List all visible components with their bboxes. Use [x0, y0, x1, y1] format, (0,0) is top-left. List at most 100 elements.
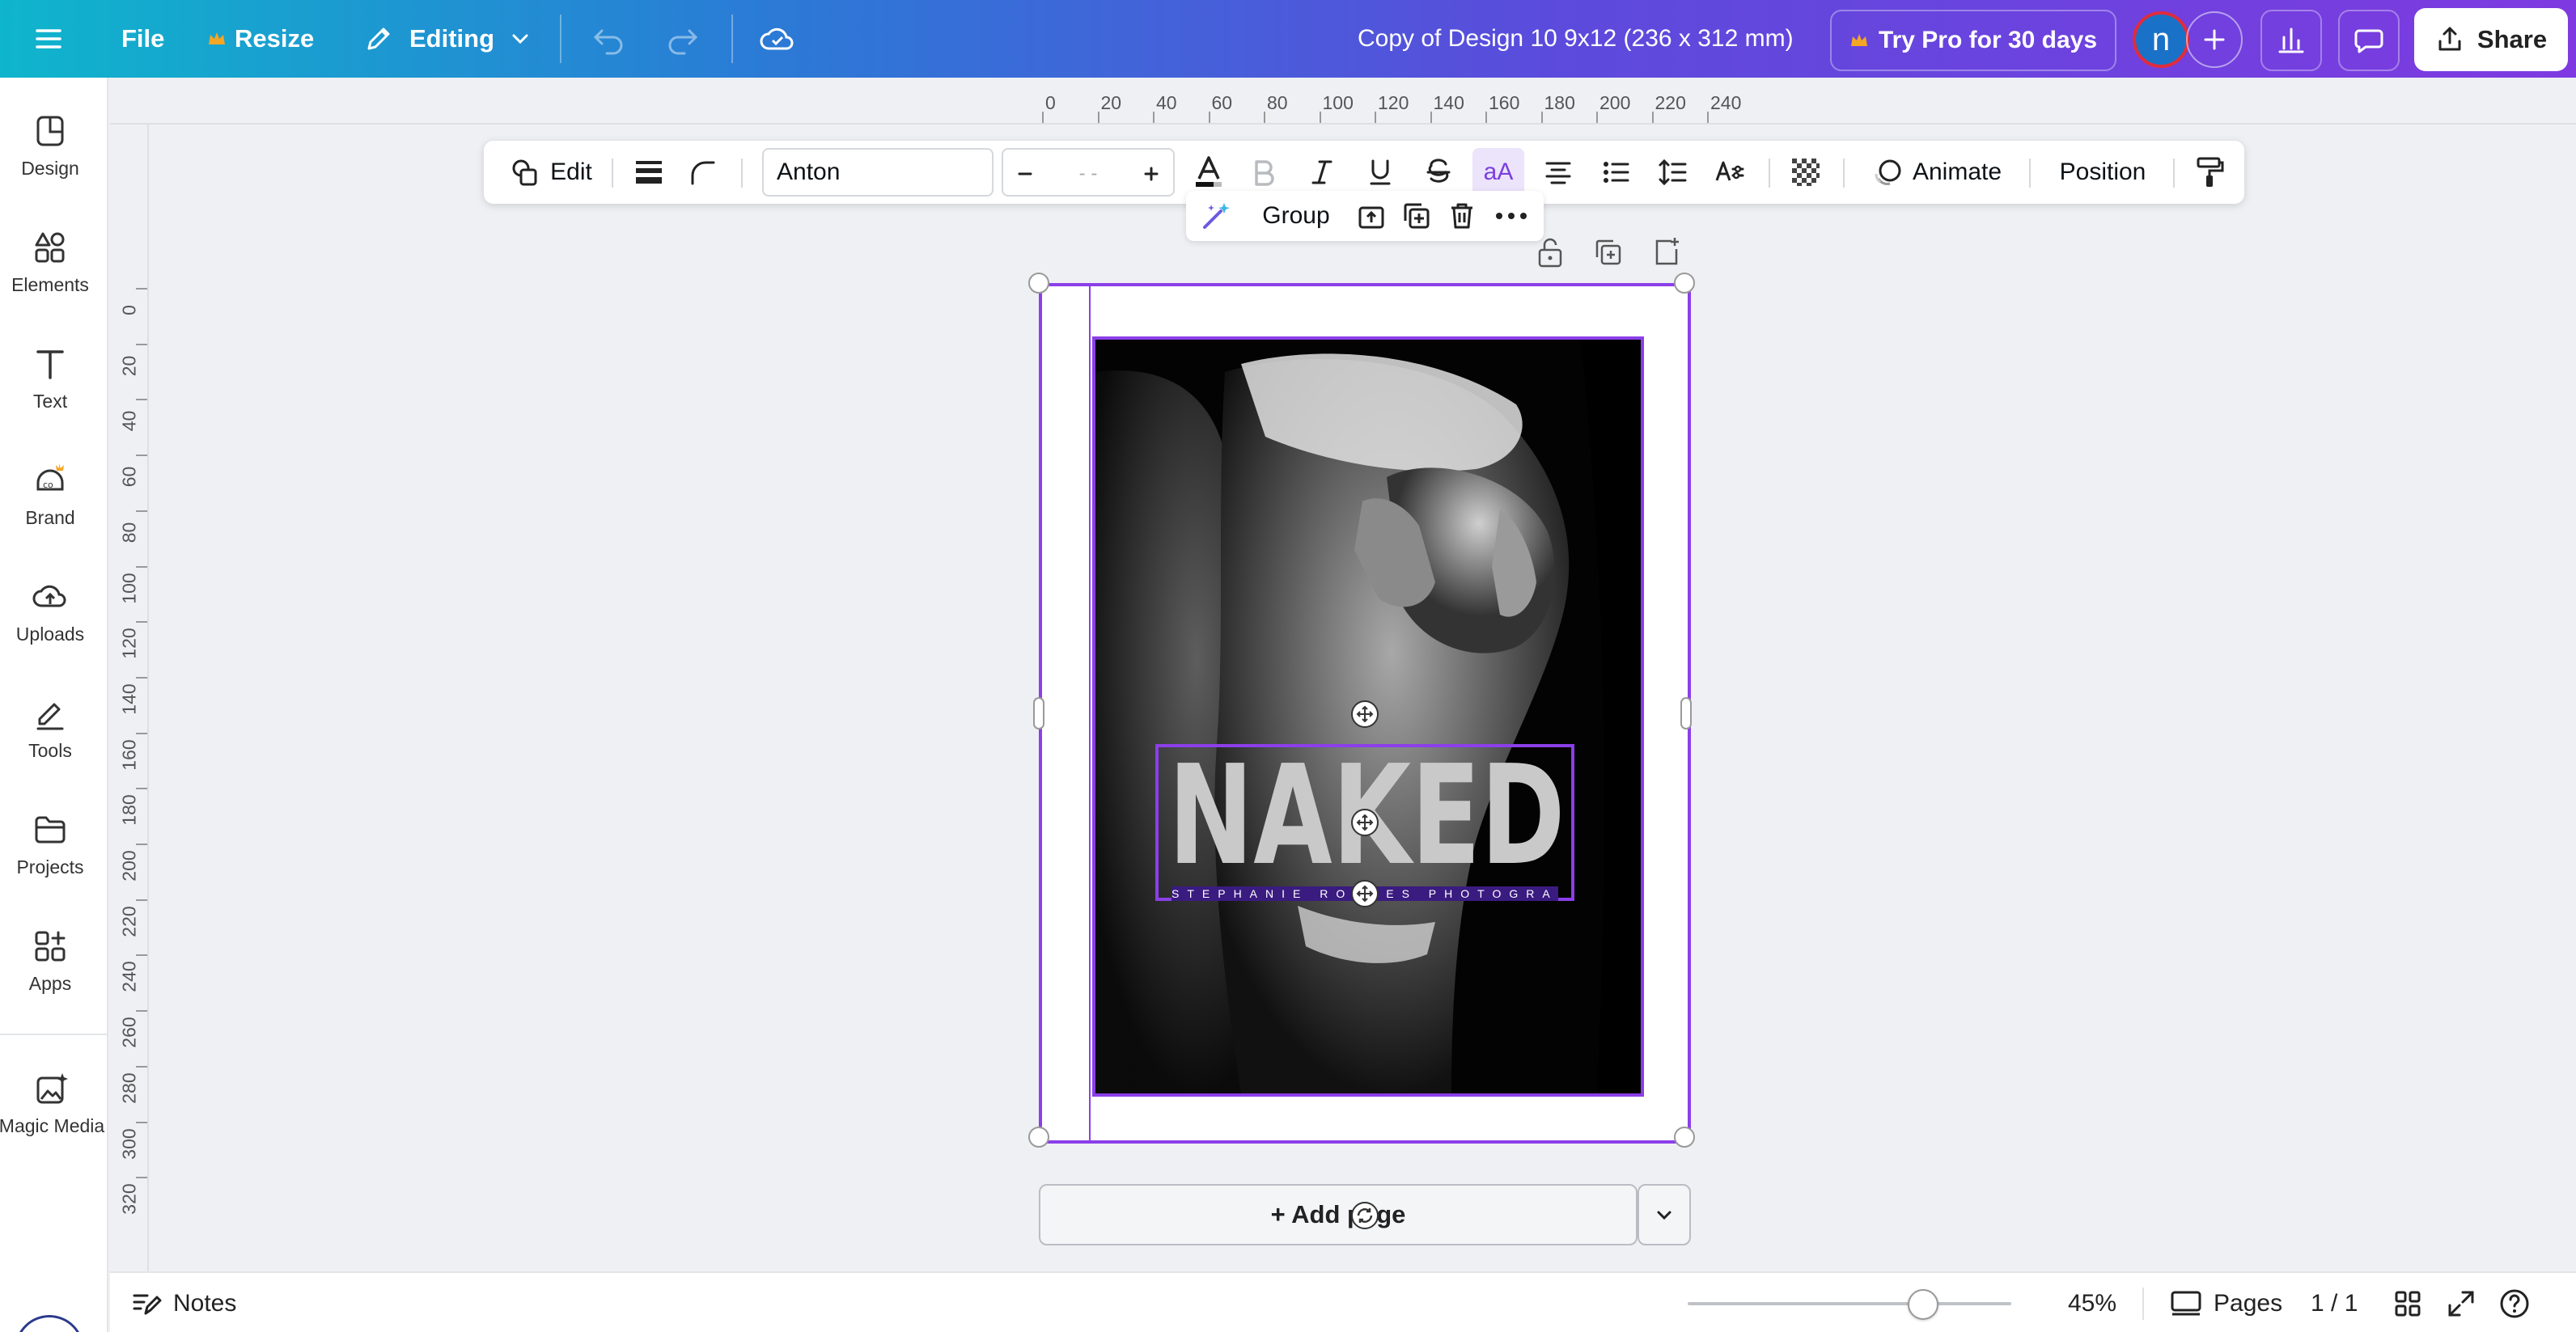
- cloud-save-status[interactable]: [759, 0, 796, 78]
- decrease-font-size-button[interactable]: [1013, 142, 1037, 205]
- sidebar-item-text[interactable]: Text: [0, 330, 100, 427]
- copy-style-button[interactable]: [2186, 141, 2235, 204]
- ruler-tick-label: 0: [1045, 92, 1056, 113]
- help-button[interactable]: [2498, 1273, 2531, 1332]
- move-handle[interactable]: [1351, 700, 1379, 728]
- add-page-button-top[interactable]: [1652, 235, 1681, 270]
- edit-button[interactable]: Edit: [498, 141, 604, 204]
- add-page-button[interactable]: + Add page: [1039, 1184, 1638, 1245]
- zoom-slider-track[interactable]: [1688, 1302, 2011, 1305]
- sidebar-item-design[interactable]: Design: [0, 97, 100, 194]
- spacing-button[interactable]: [1649, 141, 1697, 204]
- paint-roller-icon: [2197, 157, 2224, 187]
- toolbar-divider: [1843, 159, 1845, 188]
- move-handle[interactable]: [1351, 880, 1379, 907]
- fullscreen-expand-icon: [2448, 1291, 2474, 1316]
- main-menu-button[interactable]: [32, 0, 65, 78]
- magic-edit-button[interactable]: [1196, 191, 1236, 241]
- rotate-handle[interactable]: [1351, 1202, 1379, 1229]
- font-family-select[interactable]: Anton: [762, 148, 994, 197]
- crown-icon: [1850, 34, 1867, 46]
- ruler-tick: [1707, 112, 1709, 123]
- duplicate-page-button[interactable]: [1594, 235, 1623, 270]
- animate-button[interactable]: Animate: [1856, 141, 2018, 204]
- ruler-tick-label: 20: [1100, 92, 1122, 113]
- magic-assistant-button[interactable]: [15, 1315, 84, 1332]
- user-avatar[interactable]: n: [2133, 11, 2189, 68]
- grid-view-button[interactable]: [2393, 1273, 2422, 1332]
- list-button[interactable]: [1592, 141, 1641, 204]
- letter-case-button[interactable]: aA: [1472, 148, 1524, 197]
- text-icon: [36, 349, 64, 379]
- resize-handle-bottom-left[interactable]: [1028, 1127, 1049, 1148]
- sidebar-item-label: Uploads: [15, 623, 85, 645]
- resize-button[interactable]: Resize: [207, 0, 314, 78]
- resize-handle-top-right[interactable]: [1674, 273, 1695, 294]
- group-button[interactable]: Group: [1248, 191, 1345, 241]
- rotate-icon: [1357, 1208, 1373, 1223]
- resize-handle-top-left[interactable]: [1028, 273, 1049, 294]
- page-count[interactable]: 1 / 1: [2311, 1273, 2358, 1332]
- editing-label: Editing: [409, 24, 495, 53]
- fullscreen-button[interactable]: [2447, 1273, 2476, 1332]
- move-handle[interactable]: [1351, 809, 1379, 836]
- text-effects-button[interactable]: [1705, 141, 1754, 204]
- resize-handle-left[interactable]: [1033, 697, 1044, 729]
- sidebar-item-magic-media[interactable]: Magic Media: [0, 1055, 108, 1152]
- pages-button[interactable]: Pages: [2170, 1273, 2282, 1332]
- resize-label: Resize: [235, 24, 315, 53]
- zoom-percentage[interactable]: 45%: [2052, 1273, 2133, 1332]
- try-pro-button[interactable]: Try Pro for 30 days: [1830, 10, 2116, 71]
- corner-rounding-button[interactable]: [678, 141, 727, 204]
- border-style-button[interactable]: [625, 141, 673, 204]
- position-button[interactable]: Position: [2042, 141, 2163, 204]
- ruler-tick: [136, 621, 147, 624]
- notes-button[interactable]: Notes: [131, 1273, 236, 1332]
- grid-view-icon: [2395, 1291, 2421, 1316]
- font-size-value[interactable]: - -: [1052, 142, 1125, 205]
- ruler-tick-label: 160: [118, 738, 140, 771]
- redo-button[interactable]: [665, 0, 701, 78]
- ruler-tick: [136, 399, 147, 401]
- position-label: Position: [2059, 159, 2146, 185]
- sidebar-item-projects[interactable]: Projects: [0, 796, 100, 893]
- bring-forward-button[interactable]: [1351, 191, 1392, 241]
- font-size-stepper[interactable]: - -: [1002, 148, 1175, 197]
- duplicate-button[interactable]: [1396, 191, 1437, 241]
- more-options-button[interactable]: [1489, 191, 1534, 241]
- toolbar-divider: [560, 15, 561, 63]
- sidebar-item-tools[interactable]: Tools: [0, 679, 100, 776]
- pages-icon: [2171, 1291, 2201, 1315]
- align-center-icon: [1545, 162, 1571, 184]
- increase-font-size-button[interactable]: [1139, 142, 1163, 205]
- ruler-tick: [136, 676, 147, 679]
- sidebar-item-apps[interactable]: Apps: [0, 912, 100, 1009]
- minus-icon: [1018, 172, 1032, 175]
- edit-label: Edit: [550, 159, 592, 185]
- ruler-tick-label: 240: [1710, 92, 1742, 113]
- ruler-tick-label: 0: [118, 305, 140, 315]
- undo-button[interactable]: [591, 0, 626, 78]
- sidebar-item-label: Elements: [11, 273, 89, 295]
- transparency-button[interactable]: [1782, 141, 1830, 204]
- title-letter: A: [1253, 736, 1332, 896]
- resize-handle-bottom-right[interactable]: [1674, 1127, 1695, 1148]
- lock-page-button[interactable]: [1536, 235, 1565, 270]
- file-menu-button[interactable]: File: [121, 0, 164, 78]
- invite-collaborator-button[interactable]: [2186, 11, 2243, 68]
- sidebar-item-uploads[interactable]: Uploads: [0, 563, 100, 660]
- resize-handle-right[interactable]: [1680, 697, 1692, 729]
- insights-button[interactable]: [2260, 10, 2322, 71]
- share-button[interactable]: Share: [2414, 8, 2568, 71]
- editing-mode-dropdown[interactable]: Editing: [362, 0, 532, 78]
- document-title[interactable]: Copy of Design 10 9x12 (236 x 312 mm): [1358, 0, 1794, 78]
- left-sidebar: Design Elements Text co Brand Uploads To…: [0, 78, 108, 1332]
- add-page-options-button[interactable]: [1638, 1184, 1691, 1245]
- delete-button[interactable]: [1442, 191, 1482, 241]
- sidebar-item-brand[interactable]: co Brand: [0, 446, 100, 543]
- comments-button[interactable]: [2338, 10, 2400, 71]
- ruler-tick-label: 80: [1267, 92, 1288, 113]
- zoom-slider-thumb[interactable]: [1908, 1289, 1938, 1320]
- ruler-vertical: 0 20 40 60 80 100 120 140 160 180 200 220 240 260 280 3…: [110, 125, 149, 1271]
- sidebar-item-elements[interactable]: Elements: [0, 214, 100, 311]
